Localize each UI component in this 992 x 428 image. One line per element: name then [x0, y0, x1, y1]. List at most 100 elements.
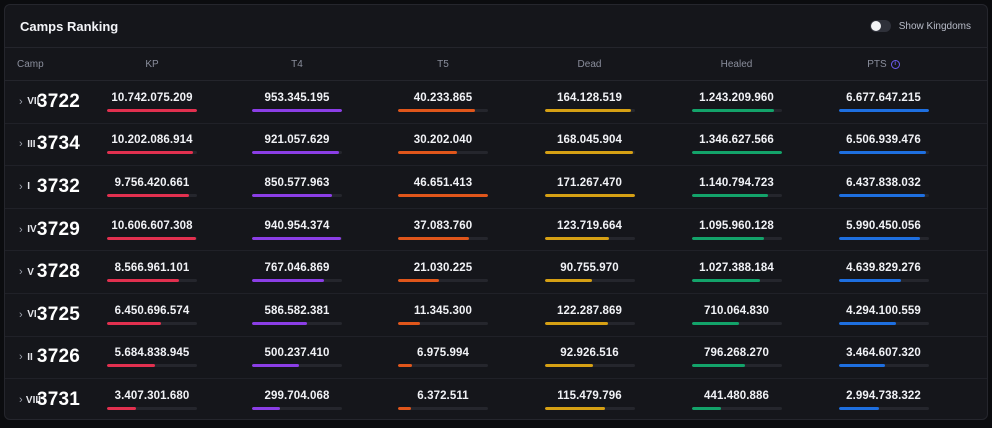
- col-dead[interactable]: Dead: [516, 59, 663, 70]
- chevron-right-icon[interactable]: ›: [19, 394, 26, 406]
- camp-cell[interactable]: › VI 3725: [5, 304, 80, 326]
- healed-bar-fill: [691, 407, 722, 411]
- pts-value: 4.639.829.276: [846, 262, 921, 275]
- healed-bar: [691, 279, 782, 283]
- t5-bar-fill: [398, 151, 457, 155]
- dead-bar-fill: [544, 193, 635, 197]
- camp-cell[interactable]: › II 3726: [5, 346, 80, 368]
- table-row[interactable]: › VIII 3731 3.407.301.680 299.704.068 6.372.5…: [5, 379, 987, 419]
- dead-value: 171.267.470: [556, 176, 623, 189]
- t5-cell: 40.233.865: [370, 92, 516, 112]
- table-row[interactable]: › III 3734 10.202.086.914 921.057.629 30.202.…: [5, 124, 987, 167]
- pts-cell: 4.294.100.559: [810, 305, 957, 325]
- camp-id: 3725: [36, 303, 80, 325]
- kp-bar-fill: [107, 108, 197, 112]
- t5-bar: [398, 279, 488, 283]
- chevron-right-icon[interactable]: ›: [19, 96, 27, 108]
- col-kp[interactable]: KP: [80, 59, 224, 70]
- t4-cell: 767.046.869: [224, 262, 370, 283]
- kp-value: 10.742.075.209: [111, 91, 193, 104]
- chevron-right-icon[interactable]: ›: [19, 351, 27, 363]
- t5-bar-fill: [398, 193, 488, 197]
- healed-bar-fill: [691, 151, 782, 155]
- t4-cell: 850.577.963: [224, 177, 370, 197]
- healed-bar: [691, 407, 782, 411]
- kp-bar: [107, 407, 197, 411]
- dead-cell: 168.045.904: [516, 134, 663, 155]
- table-row[interactable]: › IV 3729 10.606.607.308 940.954.374 37.083.7…: [5, 209, 987, 252]
- t5-value: 6.975.994: [416, 347, 470, 360]
- col-pts[interactable]: PTS i: [810, 59, 957, 70]
- show-kingdoms-toggle-group[interactable]: Show Kingdoms: [869, 20, 971, 32]
- t4-cell: 299.704.068: [224, 390, 370, 411]
- table-row[interactable]: › V 3728 8.566.961.101 767.046.869 21.030.225…: [5, 251, 987, 294]
- healed-bar-fill: [691, 108, 775, 112]
- pts-bar: [838, 321, 929, 325]
- t5-cell: 46.651.413: [370, 177, 516, 197]
- t5-bar: [398, 193, 488, 197]
- t5-bar: [398, 321, 488, 325]
- dead-bar-fill: [544, 407, 605, 411]
- info-icon[interactable]: i: [890, 59, 900, 69]
- t4-value: 953.345.195: [264, 91, 330, 104]
- t4-value: 586.582.381: [264, 304, 330, 317]
- camp-cell[interactable]: › VIII 3731: [5, 389, 80, 411]
- healed-value: 1.346.627.566: [699, 134, 774, 147]
- show-kingdoms-toggle[interactable]: [869, 20, 891, 32]
- table-row[interactable]: › II 3726 5.684.838.945 500.237.410 6.975.994…: [5, 337, 987, 380]
- col-healed[interactable]: Healed: [663, 59, 810, 70]
- table-row[interactable]: › I 3732 9.756.420.661 850.577.963 46.651.413…: [5, 166, 987, 209]
- t5-cell: 6.975.994: [370, 347, 516, 368]
- pts-bar-fill: [838, 364, 886, 368]
- t4-bar-fill: [252, 108, 342, 112]
- t4-cell: 921.057.629: [224, 134, 370, 155]
- healed-value: 796.268.270: [703, 347, 770, 360]
- kp-bar: [107, 321, 197, 325]
- camp-cell[interactable]: › III 3734: [5, 133, 80, 155]
- kp-bar: [107, 193, 197, 197]
- col-camp[interactable]: Camp: [5, 59, 80, 70]
- t5-bar: [398, 236, 488, 240]
- dead-value: 92.926.516: [560, 347, 619, 360]
- pts-bar-fill: [838, 321, 897, 325]
- kp-bar-fill: [107, 364, 155, 368]
- t5-cell: 11.345.300: [370, 305, 516, 325]
- t4-bar: [252, 108, 342, 112]
- t5-value: 30.202.040: [413, 134, 473, 147]
- t5-value: 21.030.225: [413, 262, 473, 275]
- chevron-right-icon[interactable]: ›: [19, 181, 27, 193]
- dead-value: 123.719.664: [556, 219, 623, 232]
- pts-value: 3.464.607.320: [846, 347, 921, 360]
- t5-bar: [398, 407, 488, 411]
- camp-cell[interactable]: › V 3728: [5, 261, 80, 283]
- dead-bar-fill: [544, 236, 610, 240]
- chevron-right-icon[interactable]: ›: [19, 224, 27, 236]
- t4-bar: [252, 321, 342, 325]
- t4-value: 500.237.410: [264, 347, 330, 360]
- show-kingdoms-label[interactable]: Show Kingdoms: [899, 21, 971, 32]
- pts-value: 6.437.838.032: [846, 176, 921, 189]
- camp-id: 3722: [36, 90, 80, 112]
- dead-bar: [544, 407, 635, 411]
- dead-bar: [544, 279, 635, 283]
- kp-bar-fill: [107, 321, 161, 325]
- t5-bar: [398, 108, 488, 112]
- chevron-right-icon[interactable]: ›: [19, 266, 27, 278]
- col-t5[interactable]: T5: [370, 59, 516, 70]
- chevron-right-icon[interactable]: ›: [19, 309, 27, 321]
- table-row[interactable]: › VI 3725 6.450.696.574 586.582.381 11.345.30…: [5, 294, 987, 337]
- pts-bar-fill: [838, 279, 901, 283]
- table-row[interactable]: › VII 3722 10.742.075.209 953.345.195 40.233.…: [5, 81, 987, 124]
- camp-cell[interactable]: › I 3732: [5, 176, 80, 198]
- chevron-right-icon[interactable]: ›: [19, 138, 27, 150]
- dead-value: 122.287.869: [556, 304, 623, 317]
- camp-cell[interactable]: › VII 3722: [5, 91, 80, 113]
- camp-id: 3729: [36, 218, 80, 240]
- pts-cell: 4.639.829.276: [810, 262, 957, 283]
- dead-bar: [544, 321, 635, 325]
- camp-cell[interactable]: › IV 3729: [5, 219, 80, 241]
- kp-bar-fill: [107, 407, 136, 411]
- t5-value: 11.345.300: [414, 304, 472, 317]
- col-t4[interactable]: T4: [224, 59, 370, 70]
- kp-value: 10.606.607.308: [111, 219, 193, 232]
